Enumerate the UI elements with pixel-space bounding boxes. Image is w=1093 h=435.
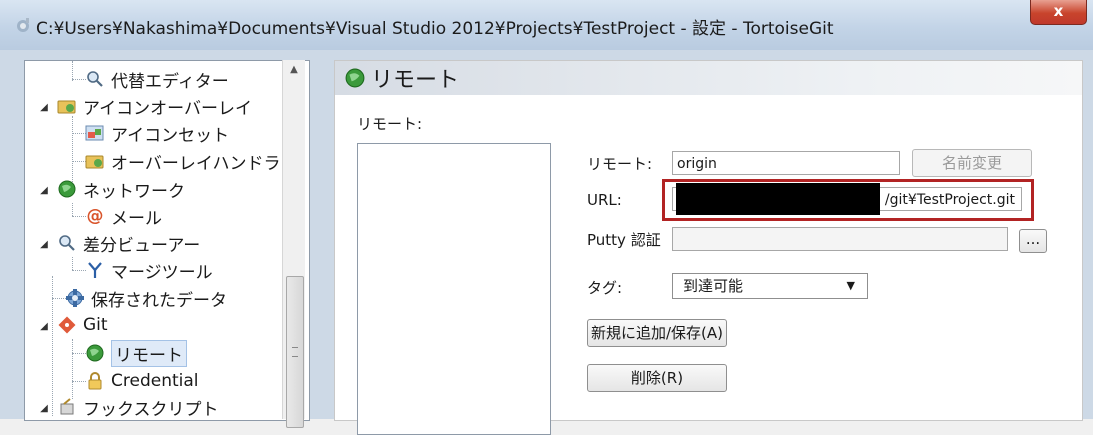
magnifier-icon — [85, 69, 105, 89]
tree-item-merge-tool[interactable]: マージツール — [85, 258, 213, 283]
add-save-button[interactable]: 新規に追加/保存(A) — [587, 319, 727, 347]
expanded-arrow-icon[interactable]: ◢ — [39, 185, 49, 196]
tree-item-mail[interactable]: @ メール — [85, 204, 163, 229]
tree-item-label: ネットワーク — [83, 181, 185, 202]
tag-select-value: 到達可能 — [683, 277, 744, 295]
tree-line — [72, 257, 73, 270]
tree-item-label: フックスクリプト — [83, 399, 219, 420]
tree-line — [52, 298, 66, 299]
url-label: URL: — [587, 191, 622, 209]
highlight-box — [662, 179, 1034, 221]
tag-select[interactable]: 到達可能 ▼ — [672, 273, 868, 299]
tree-item-label: マージツール — [111, 262, 213, 283]
tree-line — [52, 276, 53, 416]
settings-tree[interactable]: 代替エディター ◢ アイコンオーバーレイ アイコンセット オーバーレイハンドラー… — [24, 60, 310, 421]
tree-line — [72, 203, 73, 216]
expanded-arrow-icon[interactable]: ◢ — [39, 403, 49, 414]
tree-item-hook-script[interactable]: フックスクリプト — [57, 395, 219, 420]
overlay-handler-icon — [85, 151, 105, 171]
scrollbar-grip — [292, 347, 298, 357]
remote-field-label: リモート: — [587, 155, 653, 173]
tree-line — [72, 133, 86, 134]
tree-item-network[interactable]: ネットワーク — [57, 177, 185, 202]
tree-line — [72, 339, 73, 399]
tortoisegit-app-icon — [17, 18, 29, 32]
browse-button[interactable]: ... — [1019, 229, 1047, 253]
tree-item-diff-viewer[interactable]: 差分ビューアー — [57, 231, 201, 256]
remote-list-label: リモート: — [357, 115, 423, 133]
tree-item-alternate-editor[interactable]: 代替エディター — [85, 67, 229, 92]
tree-line — [72, 61, 73, 81]
putty-key-label: Putty 認証 — [587, 231, 661, 249]
panel-header: リモート — [335, 61, 1082, 95]
scrollbar-thumb[interactable] — [286, 276, 304, 428]
tree-line — [72, 161, 86, 162]
tree-line — [72, 116, 73, 186]
remote-list[interactable] — [357, 143, 551, 435]
tree-item-credential[interactable]: Credential — [85, 369, 199, 393]
tree-item-label: Git — [83, 315, 108, 335]
putty-key-input[interactable] — [672, 227, 1008, 251]
window-title: C:¥Users¥Nakashima¥Documents¥Visual Stud… — [36, 19, 834, 39]
tree-item-label: メール — [111, 208, 162, 229]
merge-icon — [85, 260, 105, 280]
delete-button[interactable]: 削除(R) — [587, 364, 727, 392]
git-icon — [57, 315, 77, 335]
overlay-folder-icon — [57, 96, 77, 116]
icon-set-icon — [85, 123, 105, 143]
chevron-down-icon: ▼ — [846, 279, 855, 292]
expanded-arrow-icon[interactable]: ◢ — [39, 239, 49, 250]
remote-name-input[interactable]: origin — [672, 151, 900, 175]
title-bar: C:¥Users¥Nakashima¥Documents¥Visual Stud… — [0, 0, 1093, 51]
expanded-arrow-icon[interactable]: ◢ — [39, 102, 49, 113]
tree-item-label: 差分ビューアー — [83, 235, 201, 256]
tree-item-label: アイコンセット — [111, 125, 230, 146]
tree-scrollbar[interactable]: ▲ — [282, 60, 305, 428]
page-title: リモート — [371, 68, 460, 93]
expanded-arrow-icon[interactable]: ◢ — [39, 321, 49, 332]
tree-line — [72, 79, 86, 80]
saved-data-icon — [65, 288, 85, 308]
tree-item-label: 代替エディター — [111, 71, 229, 92]
tree-item-label: オーバーレイハンドラー — [111, 153, 298, 174]
tree-item-label: 保存されたデータ — [91, 290, 227, 311]
tree-item-saved-data[interactable]: 保存されたデータ — [65, 286, 227, 311]
hook-script-icon — [57, 397, 77, 417]
tree-item-remote[interactable]: リモート — [85, 339, 187, 367]
tree-item-label: アイコンオーバーレイ — [83, 98, 252, 119]
tree-item-git[interactable]: Git — [57, 313, 108, 337]
remote-settings-panel: リモート リモート: リモート: origin 名前変更 URL: /git¥T… — [334, 60, 1083, 435]
tree-item-label: Credential — [111, 371, 199, 391]
tree-line — [72, 353, 86, 354]
remote-globe-icon — [85, 343, 105, 363]
remote-globe-icon — [345, 68, 365, 88]
diff-magnifier-icon — [57, 233, 77, 253]
tree-item-icon-set[interactable]: アイコンセット — [85, 121, 230, 146]
scroll-up-arrow-icon[interactable]: ▲ — [283, 60, 305, 80]
rename-button[interactable]: 名前変更 — [912, 149, 1032, 177]
tree-item-icon-overlay[interactable]: アイコンオーバーレイ — [57, 94, 252, 119]
tree-line — [72, 216, 86, 217]
tree-line — [72, 381, 86, 382]
lock-icon — [85, 371, 105, 391]
network-globe-icon — [57, 179, 77, 199]
mail-at-icon: @ — [86, 206, 104, 226]
tree-line — [72, 270, 86, 271]
tree-item-label: リモート — [111, 339, 187, 367]
close-button[interactable]: x — [1030, 0, 1087, 25]
tag-label: タグ: — [587, 279, 623, 297]
tree-item-overlay-handler[interactable]: オーバーレイハンドラー — [85, 149, 298, 174]
